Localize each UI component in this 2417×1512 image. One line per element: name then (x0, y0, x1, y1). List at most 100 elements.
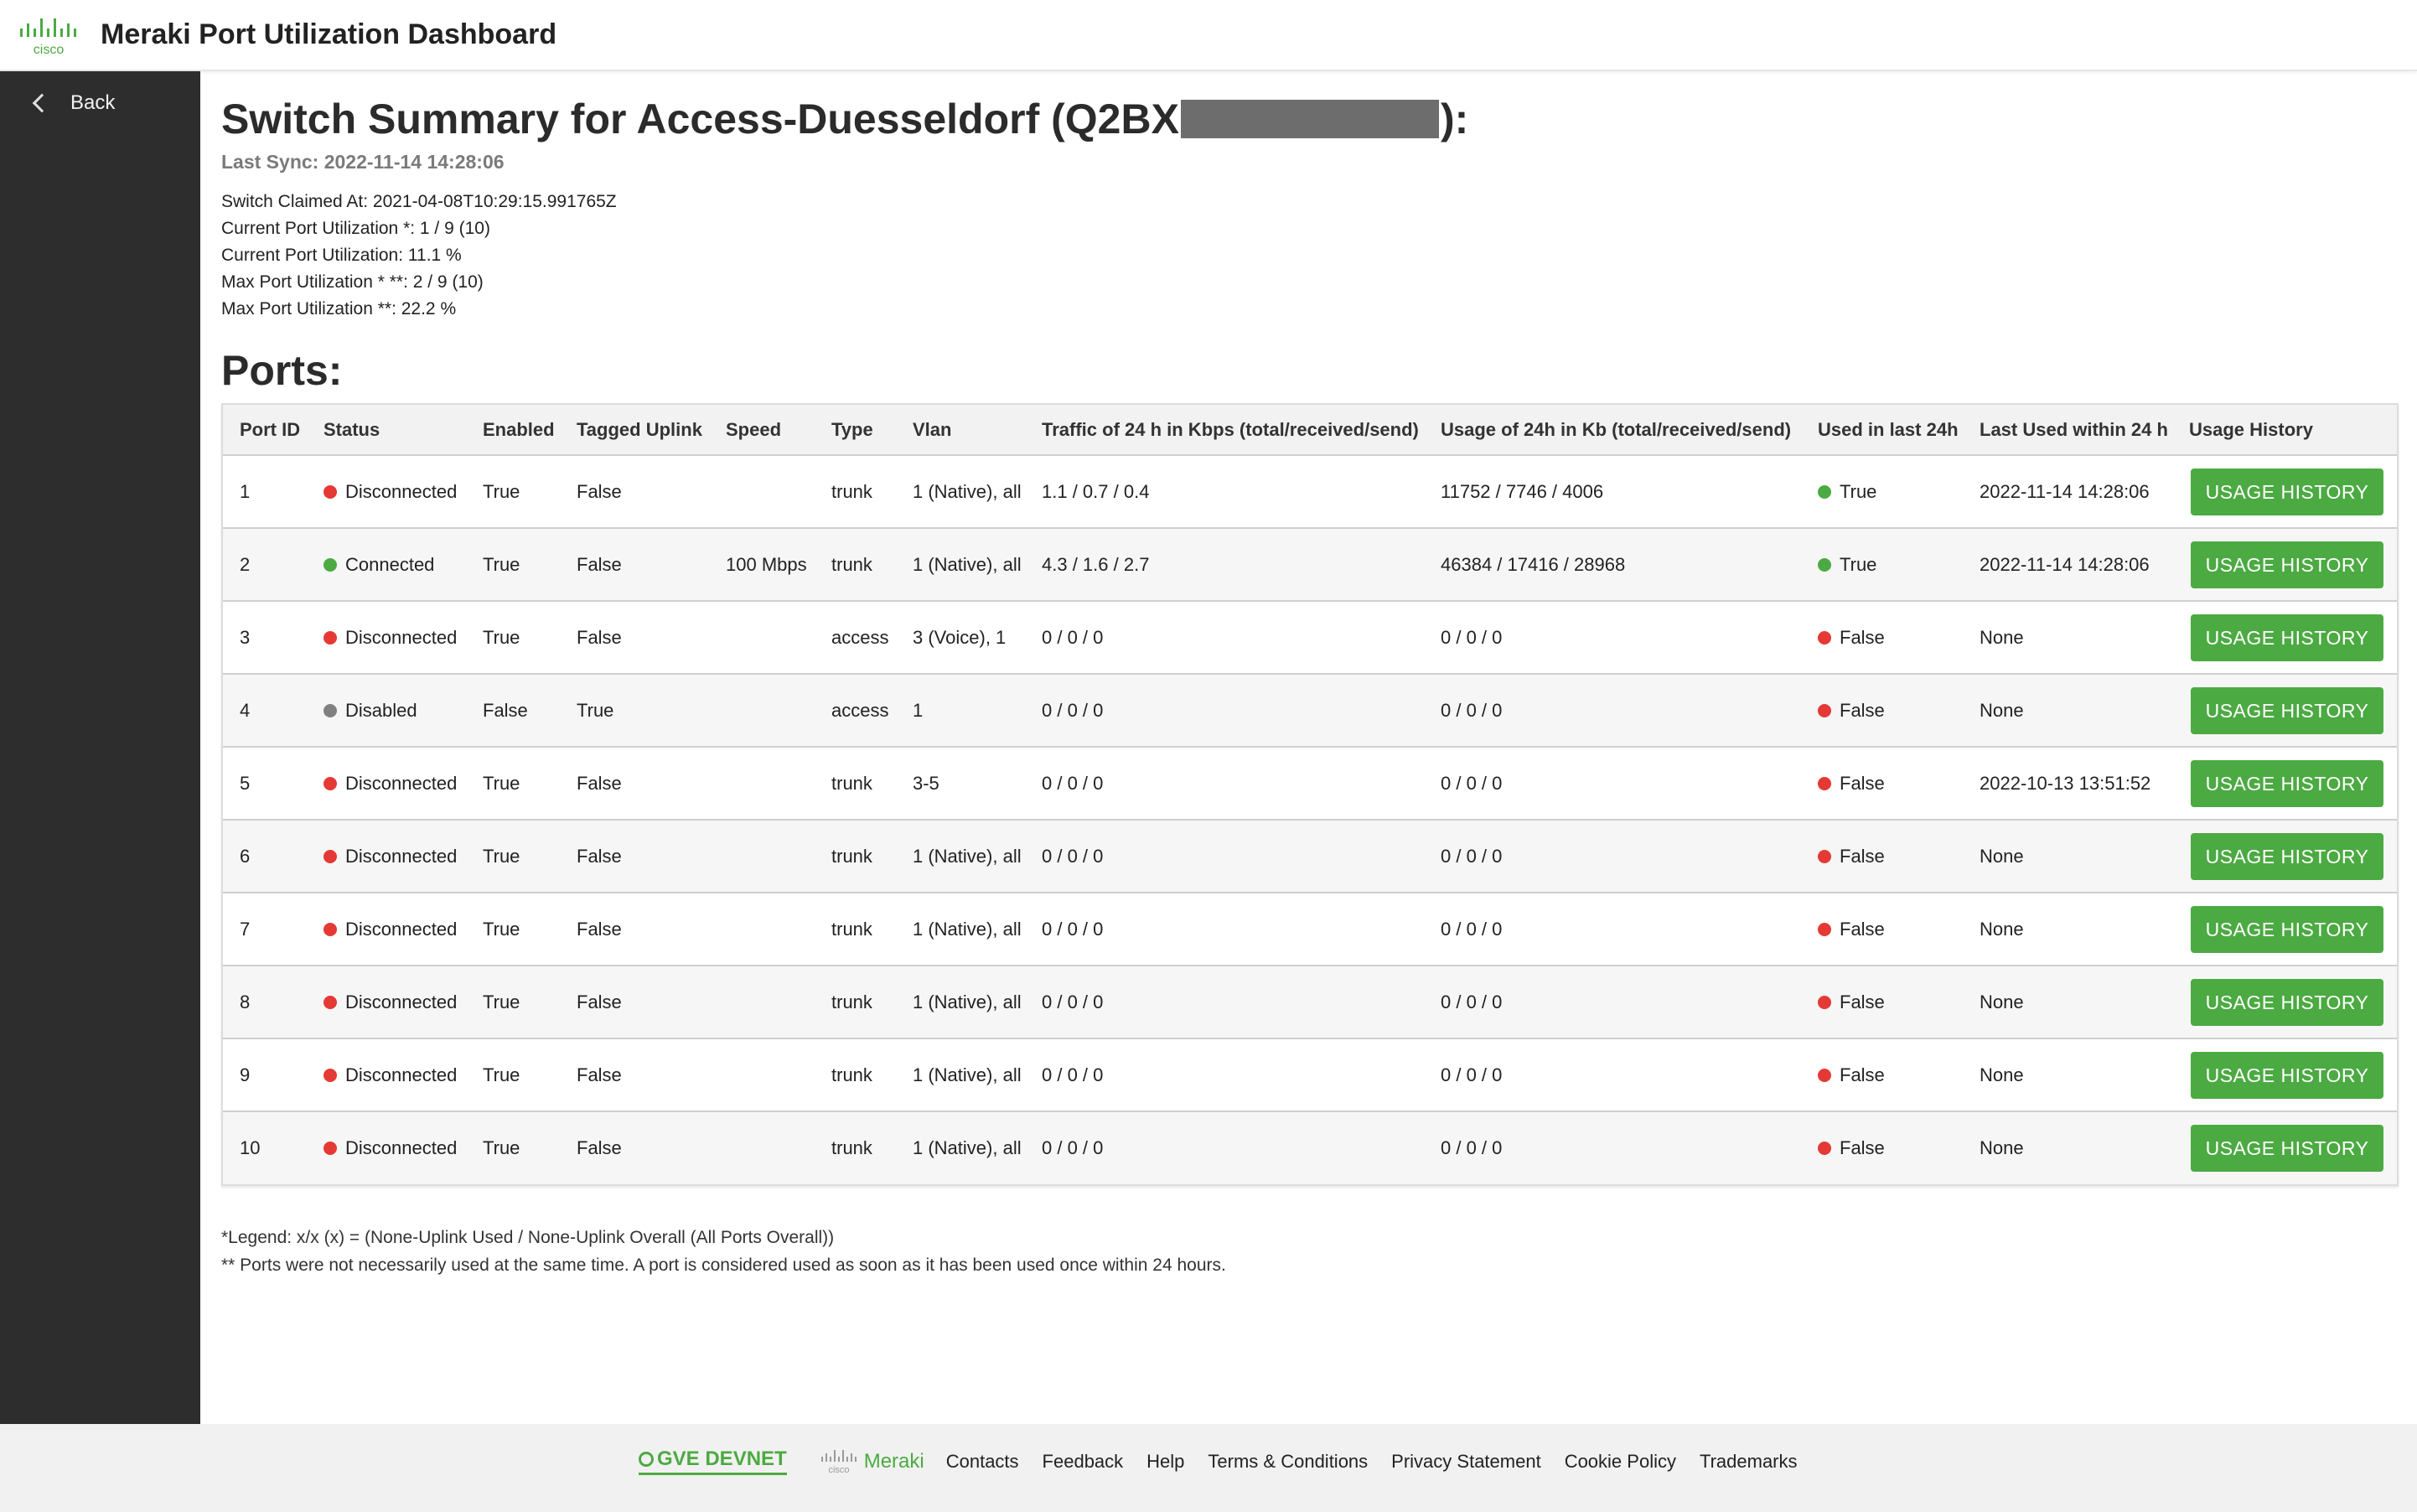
enabled: True (483, 918, 520, 940)
usage: 0 / 0 / 0 (1441, 1137, 1503, 1158)
port-id: 3 (240, 626, 251, 648)
footer-link-cookie-policy[interactable]: Cookie Policy (1565, 1451, 1676, 1473)
used-dot-icon (1818, 1142, 1831, 1155)
speed (709, 893, 815, 966)
header-status: Status (323, 418, 380, 440)
used-label: False (1840, 772, 1885, 794)
status-label: Disconnected (345, 772, 458, 794)
vlan: 1 (Native), all (913, 553, 1022, 575)
page-title-suffix: ): (1440, 96, 1469, 142)
cisco-logo-text: cisco (34, 43, 65, 57)
last-used: 2022-10-13 13:51:52 (1980, 772, 2151, 794)
used-cell: True (1801, 455, 1963, 528)
footer-link-terms[interactable]: Terms & Conditions (1208, 1451, 1368, 1473)
used-label: False (1840, 845, 1885, 867)
last-used: 2022-11-14 14:28:06 (1980, 553, 2150, 575)
meraki-label: Meraki (863, 1449, 924, 1473)
status-cell: Disconnected (307, 1111, 466, 1184)
footer: GVE DEVNET cisco Meraki Contacts Feedbac… (0, 1424, 2417, 1512)
usage-history-button[interactable]: USAGE HISTORY (2191, 468, 2383, 515)
used-dot-icon (1818, 703, 1831, 717)
usage-history-button[interactable]: USAGE HISTORY (2191, 1125, 2383, 1172)
enabled: True (483, 1137, 520, 1158)
header-tagged-uplink: Tagged Uplink (577, 418, 702, 440)
usage: 11752 / 7746 / 4006 (1441, 480, 1604, 502)
usage-history-button[interactable]: USAGE HISTORY (2191, 978, 2383, 1026)
used-cell: False (1801, 893, 1963, 966)
speed: 100 Mbps (726, 553, 807, 575)
usage: 0 / 0 / 0 (1441, 626, 1503, 648)
status-dot-icon (323, 849, 337, 863)
meraki-logo[interactable]: cisco Meraki (820, 1449, 924, 1474)
used-cell: False (1801, 1111, 1963, 1184)
header-traffic: Traffic of 24 h in Kbps (total/received/… (1042, 418, 1419, 440)
vlan: 1 (Native), all (913, 1137, 1022, 1158)
status-cell: Disabled (307, 674, 466, 747)
usage: 0 / 0 / 0 (1441, 991, 1503, 1012)
status-dot-icon (323, 703, 337, 717)
usage-history-button[interactable]: USAGE HISTORY (2191, 759, 2383, 807)
used-label: False (1840, 1137, 1885, 1158)
header-last-used: Last Used within 24 h (1980, 418, 2168, 440)
claimed-at: Switch Claimed At: 2021-04-08T10:29:15.9… (221, 192, 617, 211)
status-dot-icon (323, 1142, 337, 1155)
tagged-uplink: False (577, 1137, 622, 1158)
usage-history-button[interactable]: USAGE HISTORY (2191, 1051, 2383, 1099)
usage-history-button[interactable]: USAGE HISTORY (2191, 832, 2383, 880)
usage-history-button[interactable]: USAGE HISTORY (2191, 541, 2383, 588)
usage-history-button[interactable]: USAGE HISTORY (2191, 905, 2383, 953)
speed (709, 820, 815, 893)
current-utilization-percent: Current Port Utilization: 11.1 % (221, 246, 462, 265)
status-cell: Connected (307, 528, 466, 601)
legend: *Legend: x/x (x) = (None-Uplink Used / N… (221, 1224, 1226, 1279)
usage-history-cell: USAGE HISTORY (2172, 966, 2397, 1038)
page-title-prefix: Switch Summary for Access-Duesseldorf (Q… (221, 96, 1179, 142)
speed (709, 674, 815, 747)
used-dot-icon (1818, 776, 1831, 790)
vlan: 1 (Native), all (913, 991, 1022, 1012)
enabled: True (483, 991, 520, 1012)
gve-devnet-link[interactable]: GVE DEVNET (639, 1447, 787, 1475)
last-used: None (1980, 1064, 2024, 1085)
usage-history-cell: USAGE HISTORY (2172, 455, 2397, 528)
usage-history-button[interactable]: USAGE HISTORY (2191, 686, 2383, 734)
vlan: 1 (Native), all (913, 480, 1022, 502)
tagged-uplink: False (577, 918, 622, 940)
legend-line-2: ** Ports were not necessarily used at th… (221, 1256, 1226, 1275)
usage: 0 / 0 / 0 (1441, 772, 1503, 794)
ports-table: Port ID Status Enabled Tagged Uplink Spe… (221, 403, 2399, 1186)
back-button[interactable]: Back (30, 91, 115, 115)
type: trunk (831, 772, 872, 794)
footer-link-help[interactable]: Help (1146, 1451, 1184, 1473)
used-dot-icon (1818, 1068, 1831, 1082)
traffic: 4.3 / 1.6 / 2.7 (1042, 553, 1150, 575)
table-row: 10 Disconnected True False trunk 1 (Native), … (223, 1111, 2397, 1184)
enabled: False (483, 699, 528, 721)
tagged-uplink: False (577, 1064, 622, 1085)
table-row: 7 Disconnected True False trunk 1 (Native), a… (223, 893, 2397, 966)
used-label: True (1840, 480, 1877, 502)
footer-link-contacts[interactable]: Contacts (946, 1451, 1019, 1473)
port-id: 2 (240, 553, 251, 575)
table-body: 1 Disconnected True False trunk 1 (Native), a… (223, 455, 2397, 1184)
port-id: 5 (240, 772, 251, 794)
usage-history-button[interactable]: USAGE HISTORY (2191, 614, 2383, 661)
last-used: None (1980, 991, 2024, 1012)
traffic: 0 / 0 / 0 (1042, 918, 1104, 940)
status-dot-icon (323, 557, 337, 572)
footer-link-feedback[interactable]: Feedback (1043, 1451, 1124, 1473)
usage-history-cell: USAGE HISTORY (2172, 1038, 2397, 1111)
footer-link-trademarks[interactable]: Trademarks (1700, 1451, 1798, 1473)
port-id: 8 (240, 991, 251, 1012)
used-label: False (1840, 699, 1885, 721)
footer-link-privacy[interactable]: Privacy Statement (1391, 1451, 1541, 1473)
speed (709, 747, 815, 820)
traffic: 0 / 0 / 0 (1042, 699, 1104, 721)
speed (709, 455, 815, 528)
vlan: 1 (Native), all (913, 845, 1022, 867)
cisco-logo-icon: cisco (20, 18, 76, 57)
status-cell: Disconnected (307, 455, 466, 528)
status-dot-icon (323, 1068, 337, 1082)
vlan: 1 (Native), all (913, 918, 1022, 940)
status-cell: Disconnected (307, 820, 466, 893)
